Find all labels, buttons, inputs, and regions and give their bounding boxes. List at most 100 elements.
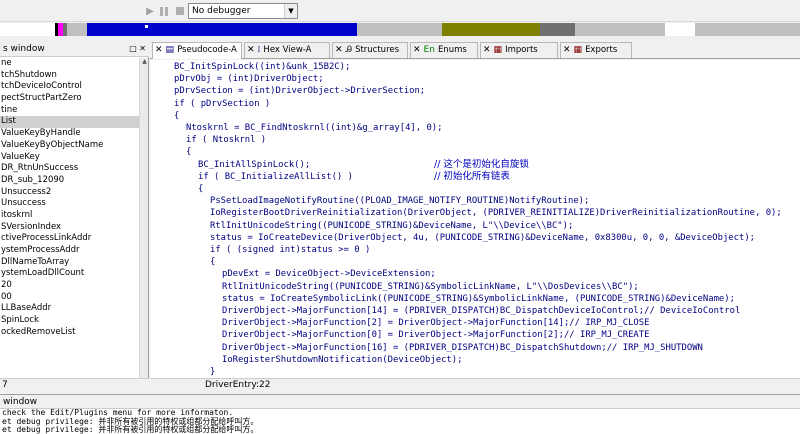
pseudocode-view[interactable]: BC_InitSpinLock((int)&unk_15B2C); pDrvObj… <box>150 60 800 378</box>
function-list-item[interactable]: Unsuccess <box>0 198 140 210</box>
close-tab-icon[interactable]: ✕ <box>483 45 491 55</box>
code-line[interactable]: pDrvObj = (int)DriverObject; <box>174 73 324 85</box>
function-list-item[interactable]: List <box>0 116 140 129</box>
function-list-item[interactable]: ystemLoadDllCount <box>0 268 140 280</box>
code-line[interactable]: if ( BC_InitializeAllList() ) <box>198 171 353 183</box>
pause-icon[interactable] <box>157 4 171 18</box>
code-text: if ( BC_InitializeAllList() ) <box>198 171 353 182</box>
scroll-up-icon[interactable]: ▲ <box>140 58 149 68</box>
code-line[interactable]: } <box>210 366 215 378</box>
function-list-item[interactable]: SpinLock <box>0 315 140 327</box>
tab-pseudocode-a[interactable]: ✕ ▤ Pseudocode-A <box>152 42 242 59</box>
code-text: DriverObject->MajorFunction[14] = (PDRIV… <box>222 306 741 316</box>
code-text: { <box>174 110 180 121</box>
code-text: RtlInitUnicodeString((PUNICODE_STRING)&D… <box>210 220 574 231</box>
function-list-item[interactable]: ValueKeyByObjectName <box>0 140 140 152</box>
code-text: IoRegisterShutdownNotification(DeviceObj… <box>222 354 463 365</box>
navigation-band[interactable] <box>0 23 800 36</box>
code-line[interactable]: pDevExt = DeviceObject->DeviceExtension; <box>222 268 436 280</box>
function-list-item[interactable]: pectStructPartZero <box>0 93 140 105</box>
code-line[interactable]: PsSetLoadImageNotifyRoutine((PLOAD_IMAGE… <box>210 195 589 207</box>
code-text: pDrvObj = (int)DriverObject; <box>174 74 324 85</box>
code-line[interactable]: BC_InitSpinLock((int)&unk_15B2C); <box>174 61 350 73</box>
code-text: { <box>210 257 216 268</box>
code-text: pDevExt = DeviceObject->DeviceExtension; <box>222 269 436 280</box>
functions-scrollbar[interactable]: ▲ <box>139 58 148 378</box>
navband-segment <box>357 23 442 36</box>
code-text: if ( Ntoskrnl ) <box>186 135 267 146</box>
tab-label: Pseudocode-A <box>177 45 237 55</box>
function-list-item[interactable]: ValueKey <box>0 152 140 164</box>
code-line[interactable]: if ( pDrvSection ) <box>174 98 270 110</box>
functions-status: 7 <box>0 378 149 391</box>
pseudocode-location: DriverEntry:22 <box>205 380 271 390</box>
code-line[interactable]: status = IoCreateSymbolicLink((PUNICODE_… <box>222 293 735 305</box>
function-list-item[interactable]: ValueKeyByHandle <box>0 128 140 140</box>
function-list-item[interactable]: tine <box>0 105 140 117</box>
close-tab-icon[interactable]: ✕ <box>335 45 343 55</box>
output-window-header: window <box>0 394 800 409</box>
output-window-title: window <box>3 397 38 407</box>
close-tab-icon[interactable]: ✕ <box>413 45 421 55</box>
code-line[interactable]: if ( (signed int)status >= 0 ) <box>210 244 370 256</box>
function-list-item[interactable]: ockedRemoveList <box>0 327 140 339</box>
code-line[interactable]: { <box>210 256 215 268</box>
tab-label: Hex View-A <box>263 45 312 55</box>
function-list-item[interactable]: LLBaseAddr <box>0 303 140 315</box>
debugger-select[interactable]: No debugger ▼ <box>188 3 298 19</box>
code-line[interactable]: { <box>198 183 203 195</box>
function-list-item[interactable]: DllNameToArray <box>0 257 140 269</box>
navband-segment <box>540 23 575 36</box>
function-list-item[interactable]: Unsuccess2 <box>0 187 140 199</box>
function-list-item[interactable]: SVersionIndex <box>0 222 140 234</box>
tab-structures[interactable]: ✕ Ꭿ Structures <box>332 42 408 58</box>
function-list-item[interactable]: ystemProcessAddr <box>0 245 140 257</box>
tab-hex-view-a[interactable]: ✕ ⁞ Hex View-A <box>244 42 330 58</box>
code-text: Ntoskrnl = BC_FindNtoskrnl((int)&g_array… <box>186 123 443 133</box>
function-list-item[interactable]: tchDeviceIoControl <box>0 81 140 93</box>
code-line[interactable]: { <box>186 146 191 158</box>
close-tab-icon[interactable]: ✕ <box>247 45 255 55</box>
output-window[interactable]: check the Edit/Plugins menu for more inf… <box>0 409 800 434</box>
code-text: DriverObject->MajorFunction[2] = DriverO… <box>222 318 650 329</box>
functions-list[interactable]: ne tchShutdown tchDeviceIoControl pectStruc… <box>0 58 140 378</box>
code-line[interactable]: DriverObject->MajorFunction[2] = DriverO… <box>222 317 649 329</box>
code-line[interactable]: DriverObject->MajorFunction[16] = (PDRIV… <box>222 342 703 354</box>
code-comment: // 这个是初始化自旋锁 <box>434 158 529 170</box>
code-line[interactable]: DriverObject->MajorFunction[0] = DriverO… <box>222 329 649 341</box>
function-list-item[interactable]: tchShutdown <box>0 70 140 82</box>
navband-segment <box>67 23 87 36</box>
tab-exports[interactable]: ✕ ▦ Exports <box>560 42 632 58</box>
close-tab-icon[interactable]: ✕ <box>155 45 163 55</box>
close-tab-icon[interactable]: ✕ <box>563 45 571 55</box>
code-line[interactable]: IoRegisterShutdownNotification(DeviceObj… <box>222 354 462 366</box>
code-line[interactable]: BC_InitAllSpinLock(); <box>198 159 310 171</box>
function-list-item[interactable]: 00 <box>0 292 140 304</box>
code-line[interactable]: RtlInitUnicodeString((PUNICODE_STRING)&D… <box>210 220 573 232</box>
code-line[interactable]: IoRegisterBootDriverReinitialization(Dri… <box>210 207 782 219</box>
code-line[interactable]: Ntoskrnl = BC_FindNtoskrnl((int)&g_array… <box>186 122 442 134</box>
code-line[interactable]: pDrvSection = (int)DriverObject->DriverS… <box>174 85 425 97</box>
function-list-item[interactable]: 20 <box>0 280 140 292</box>
code-line[interactable]: { <box>174 110 179 122</box>
tab-imports[interactable]: ✕ ▦ Imports <box>480 42 558 58</box>
function-list-item[interactable]: DR_sub_12090 <box>0 175 140 187</box>
function-list-item[interactable]: ne <box>0 58 140 70</box>
pseudocode-icon: ▤ <box>165 45 175 55</box>
play-icon[interactable]: ▶ <box>143 4 157 18</box>
function-list-item[interactable]: itoskrnl <box>0 210 140 222</box>
stop-icon[interactable] <box>173 4 187 18</box>
navband-segment <box>575 23 665 36</box>
code-comment: // 初始化所有链表 <box>434 170 510 182</box>
code-line[interactable]: status = IoCreateDevice(DriverObject, 4u… <box>210 232 755 244</box>
code-line[interactable]: RtlInitUnicodeString((PUNICODE_STRING)&S… <box>222 281 639 293</box>
navband-cursor <box>145 25 148 28</box>
function-list-item[interactable]: ctiveProcessLinkAddr <box>0 233 140 245</box>
navband-segment <box>442 23 540 36</box>
code-text: } <box>210 367 216 377</box>
function-list-item[interactable]: DR_RtnUnSuccess <box>0 163 140 175</box>
code-line[interactable]: if ( Ntoskrnl ) <box>186 134 266 146</box>
close-icon[interactable]: □ ✕ <box>129 41 146 57</box>
tab-enums[interactable]: ✕ En Enums <box>410 42 478 58</box>
code-line[interactable]: DriverObject->MajorFunction[14] = (PDRIV… <box>222 305 740 317</box>
